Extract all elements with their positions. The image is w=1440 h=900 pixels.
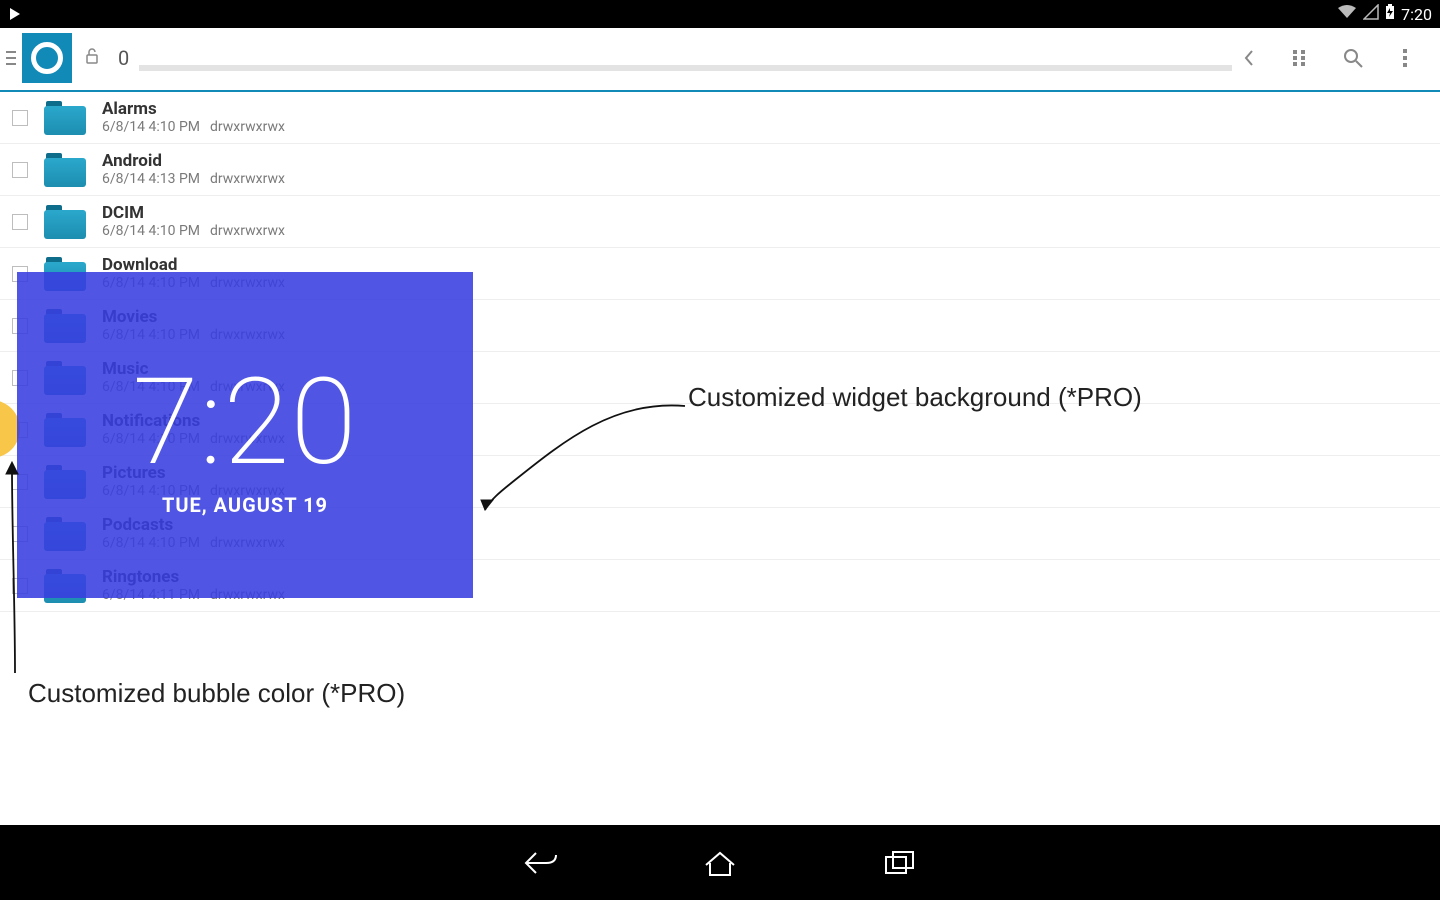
folder-icon (44, 101, 86, 135)
file-row[interactable]: Alarms6/8/14 4:10 PMdrwxrwxrwx (0, 92, 1440, 144)
row-meta: DCIM6/8/14 4:10 PMdrwxrwxrwx (102, 204, 285, 240)
nav-bar (0, 825, 1440, 900)
status-time: 7:20 (1401, 5, 1432, 24)
row-meta: Alarms6/8/14 4:10 PMdrwxrwxrwx (102, 100, 285, 136)
clock-widget[interactable]: 7:20 TUE, AUGUST 19 (17, 272, 473, 598)
widget-date: TUE, AUGUST 19 (162, 493, 328, 517)
path-track (139, 65, 1232, 71)
row-checkbox[interactable] (12, 214, 28, 230)
back-icon[interactable] (1238, 47, 1260, 69)
app-icon[interactable] (22, 33, 72, 83)
annotation-bubble: Customized bubble color (*PRO) (28, 678, 405, 709)
row-checkbox[interactable] (12, 162, 28, 178)
cell-icon (1363, 4, 1379, 24)
file-sub: 6/8/14 4:10 PMdrwxrwxrwx (102, 223, 285, 239)
file-row[interactable]: Android6/8/14 4:13 PMdrwxrwxrwx (0, 144, 1440, 196)
file-name: DCIM (102, 204, 285, 224)
wifi-icon (1337, 4, 1357, 24)
file-sub: 6/8/14 4:13 PMdrwxrwxrwx (102, 171, 285, 187)
row-checkbox[interactable] (12, 110, 28, 126)
widget-time: 7:20 (133, 353, 358, 493)
file-name: Alarms (102, 100, 285, 120)
grid-icon[interactable] (1290, 47, 1312, 69)
row-meta: Android6/8/14 4:13 PMdrwxrwxrwx (102, 152, 285, 188)
nav-recent-button[interactable] (880, 843, 920, 883)
folder-icon (44, 153, 86, 187)
toolbar: 0 (0, 28, 1440, 88)
drawer-handle[interactable] (6, 51, 16, 65)
battery-icon (1385, 4, 1395, 24)
file-row[interactable]: DCIM6/8/14 4:10 PMdrwxrwxrwx (0, 196, 1440, 248)
status-bar: 7:20 (0, 0, 1440, 28)
overflow-icon[interactable] (1394, 47, 1416, 69)
status-left (8, 7, 22, 21)
search-icon[interactable] (1342, 47, 1364, 69)
unlock-icon[interactable] (82, 46, 102, 70)
file-sub: 6/8/14 4:10 PMdrwxrwxrwx (102, 119, 285, 135)
folder-icon (44, 205, 86, 239)
nav-home-button[interactable] (700, 843, 740, 883)
file-name: Android (102, 152, 285, 172)
path-label[interactable]: 0 (118, 46, 129, 70)
status-right: 7:20 (1337, 4, 1432, 24)
nav-back-button[interactable] (520, 843, 560, 883)
annotation-widget-bg: Customized widget background (*PRO) (688, 382, 1142, 413)
